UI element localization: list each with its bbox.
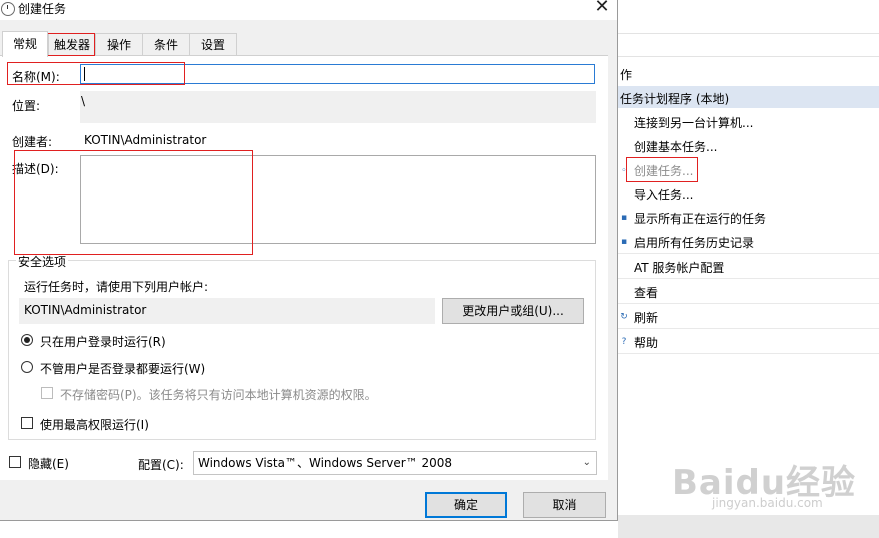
name-label: 名称(M): (12, 70, 60, 84)
action-at-service-config[interactable]: AT 服务帐户配置 (634, 259, 724, 276)
run-only-logged-on-radio[interactable] (21, 334, 33, 346)
highest-privileges-label[interactable]: 使用最高权限运行(I) (40, 416, 149, 433)
chevron-down-icon: ⌄ (582, 457, 591, 468)
help-icon: ? (621, 337, 627, 347)
divider (618, 328, 879, 329)
run-whether-logged-on-radio[interactable] (21, 361, 33, 373)
action-enable-history[interactable]: 启用所有任务历史记录 (634, 234, 754, 251)
author-value: KOTIN\Administrator (84, 133, 207, 147)
hidden-label[interactable]: 隐藏(E) (28, 455, 69, 472)
highest-privileges-checkbox[interactable] (21, 417, 33, 429)
location-label: 位置: (12, 99, 41, 113)
actions-pane-header (618, 64, 879, 84)
configure-for-select[interactable]: Windows Vista™、Windows Server™ 2008 ⌄ (193, 451, 597, 475)
divider (618, 56, 879, 57)
configure-for-value: Windows Vista™、Windows Server™ 2008 (198, 456, 453, 470)
action-help[interactable]: 帮助 (634, 334, 658, 351)
do-not-store-password-checkbox (41, 387, 53, 399)
history-icon: ▪ (620, 237, 628, 247)
close-button[interactable]: ✕ (590, 0, 614, 17)
divider (618, 33, 879, 34)
actions-pane-title: 作 (620, 68, 633, 82)
status-bar (618, 515, 879, 538)
run-whether-logged-on-label[interactable]: 不管用户是否登录都要运行(W) (40, 360, 205, 377)
tab-actions[interactable]: 操作 (95, 33, 143, 56)
action-view[interactable]: 查看 (634, 284, 658, 301)
run-only-logged-on-label[interactable]: 只在用户登录时运行(R) (40, 333, 166, 350)
change-user-button[interactable]: 更改用户或组(U)... (442, 298, 584, 324)
run-as-label: 运行任务时，请使用下列用户帐户: (24, 280, 209, 294)
tab-conditions[interactable]: 条件 (142, 33, 190, 56)
do-not-store-password-label: 不存储密码(P)。该任务将只有访问本地计算机资源的权限。 (60, 388, 377, 402)
user-account-value: KOTIN\Administrator (24, 303, 147, 317)
author-label: 创建者: (12, 135, 53, 149)
action-create-task[interactable]: 创建任务... (634, 162, 693, 179)
description-textarea[interactable] (80, 155, 596, 244)
refresh-icon: ↻ (620, 312, 628, 322)
description-label: 描述(D): (12, 162, 59, 176)
title-bar[interactable]: 创建任务 ✕ (0, 0, 617, 20)
action-import-task[interactable]: 导入任务... (634, 186, 693, 203)
action-display-running-tasks[interactable]: 显示所有正在运行的任务 (634, 210, 766, 227)
action-refresh[interactable]: 刷新 (634, 309, 658, 326)
cancel-button[interactable]: 取消 (523, 492, 606, 518)
tab-triggers[interactable]: 触发器 (48, 33, 96, 56)
divider (618, 278, 879, 279)
clock-icon (1, 2, 15, 16)
location-value: \ (81, 94, 86, 108)
tab-general[interactable]: 常规 (2, 31, 48, 57)
tab-settings[interactable]: 设置 (189, 33, 237, 56)
configure-label: 配置(C): (138, 458, 184, 472)
dialog-title: 创建任务 (18, 2, 67, 16)
action-create-basic-task[interactable]: 创建基本任务... (634, 138, 717, 155)
running-tasks-icon: ▪ (620, 213, 628, 223)
divider (618, 253, 879, 254)
task-name-input[interactable] (80, 64, 595, 84)
watermark-url: jingyan.baidu.com (712, 496, 823, 510)
create-task-dialog: 创建任务 ✕ 常规 触发器 操作 条件 设置 名称(M): 位置: \ 创建者:… (0, 0, 618, 521)
actions-section-title: 任务计划程序 (本地) (620, 92, 730, 106)
text-caret (84, 67, 85, 81)
task-icon: ◦ (621, 166, 627, 176)
action-connect-computer[interactable]: 连接到另一台计算机... (634, 114, 753, 131)
divider (618, 303, 879, 304)
divider (618, 353, 879, 354)
ok-button[interactable]: 确定 (425, 492, 507, 518)
hidden-checkbox[interactable] (9, 456, 21, 468)
location-field (80, 91, 596, 123)
security-options-title: 安全选项 (16, 253, 69, 270)
